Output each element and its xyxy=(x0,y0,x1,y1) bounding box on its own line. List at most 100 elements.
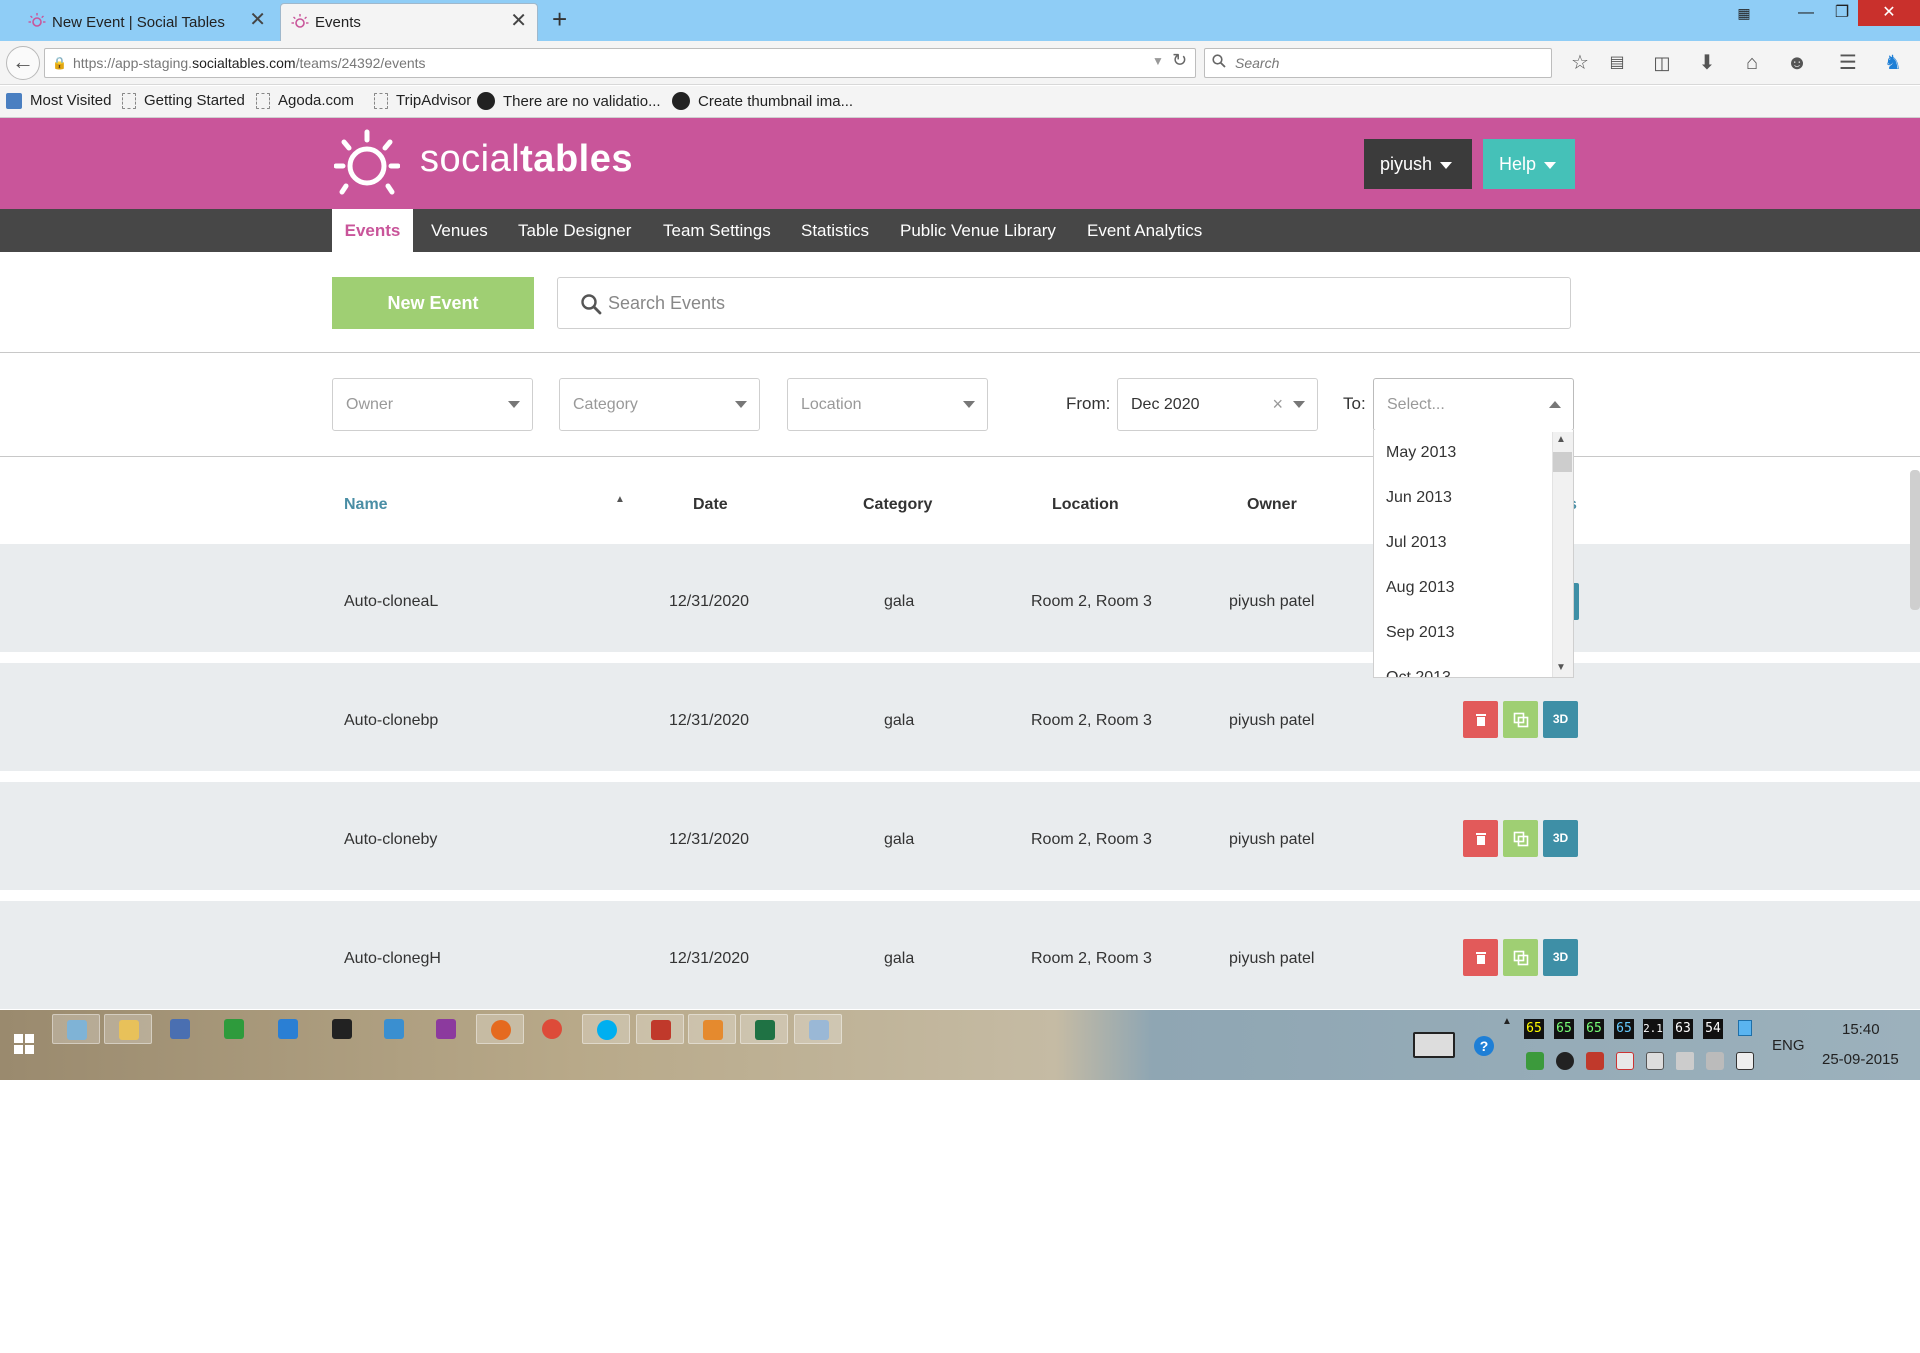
clear-icon[interactable]: × xyxy=(1272,379,1283,430)
option-may-2013[interactable]: May 2013 xyxy=(1386,444,1456,462)
nav-event-analytics[interactable]: Event Analytics xyxy=(1087,209,1202,252)
taskbar-app-player[interactable] xyxy=(688,1014,736,1044)
browser-search-input[interactable]: Search xyxy=(1204,48,1552,78)
bookmark-most-visited[interactable]: Most Visited xyxy=(6,92,111,109)
view-3d-button[interactable]: 3D xyxy=(1543,820,1578,857)
location-filter-select[interactable]: Location xyxy=(787,378,988,431)
tray-signal-icon[interactable] xyxy=(1706,1052,1724,1070)
dropdown-scroll-thumb[interactable] xyxy=(1553,452,1572,472)
taskbar-app-skype[interactable] xyxy=(582,1014,630,1044)
column-header-location[interactable]: Location xyxy=(1052,496,1119,514)
duplicate-event-button[interactable] xyxy=(1503,701,1538,738)
help-icon[interactable]: ? xyxy=(1474,1036,1494,1056)
from-date-select[interactable]: Dec 2020 × xyxy=(1117,378,1318,431)
taskbar-app-remote[interactable] xyxy=(370,1014,418,1044)
search-events-input[interactable]: Search Events xyxy=(557,277,1571,329)
tray-monitor-icon[interactable] xyxy=(1738,1020,1752,1036)
column-header-date[interactable]: Date xyxy=(693,496,728,514)
url-history-dropdown-icon[interactable]: ▼ xyxy=(1152,54,1164,68)
scroll-down-arrow-icon[interactable]: ▼ xyxy=(1556,662,1566,673)
duplicate-event-button[interactable] xyxy=(1503,939,1538,976)
nav-venues[interactable]: Venues xyxy=(431,209,488,252)
tab-new-event[interactable]: New Event | Social Tables ✕ xyxy=(18,3,276,41)
windows-start-icon[interactable] xyxy=(14,1034,34,1054)
tab-events[interactable]: Events ✕ xyxy=(280,3,538,41)
nav-statistics[interactable]: Statistics xyxy=(801,209,869,252)
table-row[interactable]: Auto-cloneby 12/31/2020 gala Room 2, Roo… xyxy=(0,782,1920,890)
user-menu-button[interactable]: piyush xyxy=(1364,139,1472,189)
taskbar-app-explorer[interactable] xyxy=(104,1014,152,1044)
taskbar-app-onenote[interactable] xyxy=(422,1014,470,1044)
to-date-select[interactable]: Select... xyxy=(1373,378,1574,431)
keyboard-icon[interactable] xyxy=(1413,1032,1455,1058)
menu-icon[interactable]: ☰ xyxy=(1835,50,1861,76)
owner-filter-select[interactable]: Owner xyxy=(332,378,533,431)
column-header-owner[interactable]: Owner xyxy=(1247,496,1297,514)
taskbar-app-dropbox[interactable] xyxy=(264,1014,312,1044)
nav-team-settings[interactable]: Team Settings xyxy=(663,209,771,252)
nav-events[interactable]: Events xyxy=(332,209,413,252)
home-icon[interactable]: ⌂ xyxy=(1739,50,1765,76)
delete-event-button[interactable] xyxy=(1463,939,1498,976)
view-3d-button[interactable]: 3D xyxy=(1543,701,1578,738)
taskbar-app-chrome[interactable] xyxy=(528,1014,576,1044)
brand-wordmark[interactable]: socialtables xyxy=(420,138,633,181)
tray-security-icon[interactable] xyxy=(1586,1052,1604,1070)
duplicate-event-button[interactable] xyxy=(1503,820,1538,857)
socialtables-logo-icon[interactable] xyxy=(334,128,400,198)
taskbar-app-photos[interactable] xyxy=(52,1014,100,1044)
event-name[interactable]: Auto-clonebp xyxy=(344,712,438,730)
delete-event-button[interactable] xyxy=(1463,701,1498,738)
column-header-name[interactable]: Name xyxy=(344,496,388,514)
language-indicator[interactable]: ENG xyxy=(1772,1037,1805,1054)
table-row[interactable]: Auto-clonebp 12/31/2020 gala Room 2, Roo… xyxy=(0,663,1920,771)
bookmark-getting-started[interactable]: Getting Started xyxy=(122,92,245,109)
account-icon[interactable]: ♞ xyxy=(1880,50,1906,76)
table-row[interactable]: Auto-clonegH 12/31/2020 gala Room 2, Roo… xyxy=(0,901,1920,1009)
sort-indicator-icon[interactable]: ▲ xyxy=(615,494,625,505)
new-event-button[interactable]: New Event xyxy=(332,277,534,329)
event-name[interactable]: Auto-clonegH xyxy=(344,950,441,968)
scroll-up-arrow-icon[interactable]: ▲ xyxy=(1556,434,1566,445)
tray-volume-icon[interactable] xyxy=(1676,1052,1694,1070)
chat-icon[interactable]: ☻ xyxy=(1784,50,1810,76)
help-menu-button[interactable]: Help xyxy=(1483,139,1575,189)
tray-battery-icon[interactable] xyxy=(1646,1052,1664,1070)
pocket-icon[interactable]: ◫ xyxy=(1649,50,1675,76)
download-icon[interactable]: ⬇ xyxy=(1694,50,1720,76)
clock-time[interactable]: 15:40 xyxy=(1842,1021,1880,1038)
window-close-icon[interactable]: ✕ xyxy=(1858,0,1920,26)
taskbar-app-mcafee[interactable] xyxy=(636,1014,684,1044)
url-bar[interactable]: https://app-staging.socialtables.com/tea… xyxy=(44,48,1196,78)
new-tab-button[interactable]: + xyxy=(552,6,567,32)
tray-bluetooth-icon[interactable] xyxy=(1556,1052,1574,1070)
tab-groups-icon[interactable]: ▦ xyxy=(1722,0,1766,26)
taskbar-app-firefox[interactable] xyxy=(476,1014,524,1044)
view-3d-button[interactable]: 3D xyxy=(1543,939,1578,976)
event-name[interactable]: Auto-cloneaL xyxy=(344,593,438,611)
bookmark-agoda[interactable]: Agoda.com xyxy=(256,92,354,109)
page-scrollbar-thumb[interactable] xyxy=(1910,470,1920,610)
tray-notification-icon[interactable] xyxy=(1736,1052,1754,1070)
option-sep-2013[interactable]: Sep 2013 xyxy=(1386,624,1455,642)
nav-table-designer[interactable]: Table Designer xyxy=(518,209,631,252)
tray-expand-icon[interactable]: ▲ xyxy=(1502,1016,1512,1027)
taskbar-app-paint[interactable] xyxy=(794,1014,842,1044)
option-aug-2013[interactable]: Aug 2013 xyxy=(1386,579,1455,597)
reading-list-icon[interactable]: ▤ xyxy=(1604,50,1630,76)
bookmark-github-validation[interactable]: There are no validatio... xyxy=(477,92,661,110)
close-tab-icon[interactable]: ✕ xyxy=(510,11,527,31)
tray-flag-icon[interactable] xyxy=(1616,1052,1634,1070)
tray-check-icon[interactable] xyxy=(1526,1052,1544,1070)
bookmark-github-thumbnail[interactable]: Create thumbnail ima... xyxy=(672,92,853,110)
option-oct-2013[interactable]: Oct 2013 xyxy=(1386,669,1451,677)
close-tab-icon[interactable]: ✕ xyxy=(249,10,266,30)
clock-date[interactable]: 25-09-2015 xyxy=(1822,1051,1899,1068)
taskbar-app-network[interactable] xyxy=(156,1014,204,1044)
taskbar-app-calculator[interactable] xyxy=(210,1014,258,1044)
taskbar-app-media[interactable] xyxy=(318,1014,366,1044)
option-jun-2013[interactable]: Jun 2013 xyxy=(1386,489,1452,507)
nav-public-venue-library[interactable]: Public Venue Library xyxy=(900,209,1056,252)
bookmark-tripadvisor[interactable]: TripAdvisor xyxy=(374,92,471,109)
category-filter-select[interactable]: Category xyxy=(559,378,760,431)
